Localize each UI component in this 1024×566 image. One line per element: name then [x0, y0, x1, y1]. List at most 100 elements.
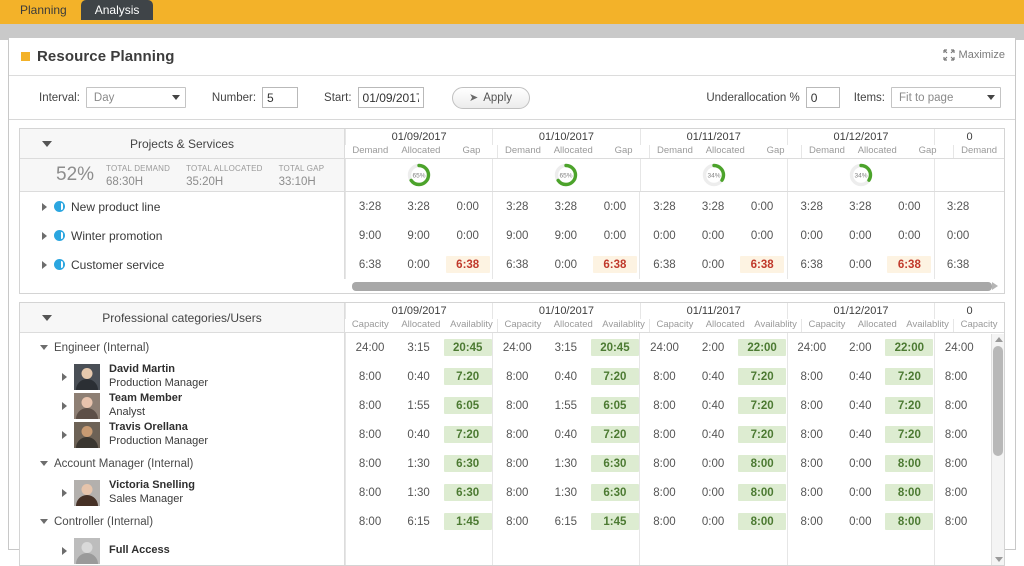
total-allocated-value: 35:20H — [186, 176, 223, 188]
sub-column-header: Allocated — [700, 145, 750, 158]
avatar-full-access — [74, 538, 100, 564]
scroll-thumb[interactable] — [352, 282, 992, 291]
user-row[interactable]: Full Access — [20, 536, 344, 565]
data-cell — [394, 536, 443, 565]
data-cell: 6:38 — [492, 250, 541, 279]
user-row[interactable]: Travis Orellana Production Manager — [20, 420, 344, 449]
availability-value: 8:00 — [738, 484, 786, 501]
category-row[interactable]: Account Manager (Internal) — [20, 449, 344, 478]
data-cell: 0:00 — [738, 221, 787, 250]
projects-panel-title: Projects & Services — [20, 137, 344, 151]
resource-data-row: 8:001:556:058:001:556:058:000:407:208:00… — [345, 391, 1004, 420]
availability-value: 8:00 — [738, 513, 786, 530]
panel-title-row: Resource Planning Maximize — [9, 38, 1015, 76]
interval-select[interactable]: Day — [86, 87, 186, 108]
resource-data-row: 8:000:407:208:000:407:208:000:407:208:00… — [345, 420, 1004, 449]
expand-arrow-icon[interactable] — [62, 547, 67, 555]
data-cell: 0:00 — [639, 221, 688, 250]
projects-percent: 52% — [56, 164, 94, 186]
availability-value: 7:20 — [444, 368, 492, 385]
expand-arrow-icon[interactable] — [62, 431, 67, 439]
project-row[interactable]: Customer service — [20, 250, 344, 279]
sub-column-header: Allocated — [548, 145, 598, 158]
projects-header[interactable]: Projects & Services — [20, 129, 344, 159]
collapse-caret-icon[interactable] — [42, 315, 52, 321]
data-cell: 0:00 — [836, 449, 885, 478]
maximize-button[interactable]: Maximize — [943, 49, 1005, 61]
data-cell: 3:15 — [541, 333, 590, 362]
data-cell: 6:30 — [443, 449, 492, 478]
user-row[interactable]: David Martin Production Manager — [20, 362, 344, 391]
project-data-row: 3:283:280:003:283:280:003:283:280:003:28… — [345, 192, 1004, 221]
category-row[interactable]: Controller (Internal) — [20, 507, 344, 536]
data-cell: 8:00 — [639, 507, 688, 536]
collapse-arrow-icon[interactable] — [40, 461, 48, 466]
gap-alert-value: 6:38 — [887, 256, 931, 273]
date-column-header-partial: 0 — [934, 303, 1004, 319]
sub-header-group-partial: Capacity — [953, 319, 1004, 332]
data-cell — [787, 536, 836, 565]
expand-arrow-icon[interactable] — [42, 261, 47, 269]
collapse-arrow-icon[interactable] — [40, 519, 48, 524]
resources-vertical-scrollbar[interactable] — [991, 334, 1004, 565]
sub-column-header: Availablity — [598, 319, 648, 332]
data-cell: 3:28 — [541, 192, 590, 221]
scroll-thumb[interactable] — [993, 346, 1003, 456]
expand-arrow-icon[interactable] — [42, 203, 47, 211]
data-cell: 1:30 — [541, 478, 590, 507]
resource-data-row: 24:003:1520:4524:003:1520:4524:002:0022:… — [345, 333, 1004, 362]
data-cell: 0:40 — [836, 362, 885, 391]
collapse-caret-icon[interactable] — [42, 141, 52, 147]
data-cell-partial: 3:28 — [934, 192, 1004, 221]
tab-planning[interactable]: Planning — [6, 0, 81, 20]
data-cell: 8:00 — [345, 420, 394, 449]
expand-arrow-icon[interactable] — [62, 402, 67, 410]
data-cell: 0:00 — [689, 221, 738, 250]
data-cell: 1:30 — [394, 478, 443, 507]
projects-horizontal-scrollbar[interactable] — [20, 279, 1004, 293]
scroll-down-arrow-icon[interactable] — [995, 557, 1003, 562]
scroll-up-arrow-icon[interactable] — [995, 337, 1003, 342]
sub-column-header: Gap — [902, 145, 952, 158]
data-cell: 0:00 — [443, 192, 492, 221]
project-row[interactable]: Winter promotion — [20, 221, 344, 250]
expand-arrow-icon[interactable] — [62, 489, 67, 497]
data-cell: 8:00 — [885, 478, 934, 507]
availability-value: 22:00 — [738, 339, 786, 356]
data-cell: 0:00 — [689, 507, 738, 536]
date-column-header-partial: 0 — [934, 129, 1004, 145]
resource-data-row: 8:001:306:308:001:306:308:000:008:008:00… — [345, 478, 1004, 507]
data-cell: 0:40 — [541, 362, 590, 391]
project-name: Customer service — [71, 258, 164, 272]
start-date-input[interactable] — [358, 87, 424, 108]
tab-analysis[interactable]: Analysis — [81, 0, 154, 20]
sub-column-header: Demand — [650, 145, 700, 158]
category-row[interactable]: Engineer (Internal) — [20, 333, 344, 362]
sub-column-header: Allocated — [548, 319, 598, 332]
availability-value: 20:45 — [444, 339, 492, 356]
page-title: Resource Planning — [37, 48, 175, 65]
user-row[interactable]: Team Member Analyst — [20, 391, 344, 420]
user-row[interactable]: Victoria Snelling Sales Manager — [20, 478, 344, 507]
data-cell — [836, 536, 885, 565]
expand-arrow-icon[interactable] — [42, 232, 47, 240]
resources-header[interactable]: Professional categories/Users — [20, 303, 344, 333]
expand-arrow-icon[interactable] — [62, 373, 67, 381]
underallocation-input[interactable] — [806, 87, 840, 108]
availability-value: 8:00 — [885, 455, 933, 472]
scroll-right-arrow-icon[interactable] — [992, 282, 998, 290]
items-select[interactable]: Fit to page — [891, 87, 1001, 108]
resource-data-row: 8:000:407:208:000:407:208:000:407:208:00… — [345, 362, 1004, 391]
data-cell: 7:20 — [590, 362, 639, 391]
collapse-arrow-icon[interactable] — [40, 345, 48, 350]
data-cell: 3:15 — [394, 333, 443, 362]
number-input[interactable] — [262, 87, 298, 108]
category-name: Account Manager (Internal) — [54, 458, 193, 470]
resource-data-row: 8:006:151:458:006:151:458:000:008:008:00… — [345, 507, 1004, 536]
sub-column-header: Gap — [750, 145, 800, 158]
apply-button[interactable]: ➤ Apply — [452, 87, 530, 109]
arrow-right-icon: ➤ — [469, 91, 478, 104]
availability-value: 7:20 — [738, 426, 786, 443]
project-row[interactable]: New product line — [20, 192, 344, 221]
data-cell: 8:00 — [345, 391, 394, 420]
